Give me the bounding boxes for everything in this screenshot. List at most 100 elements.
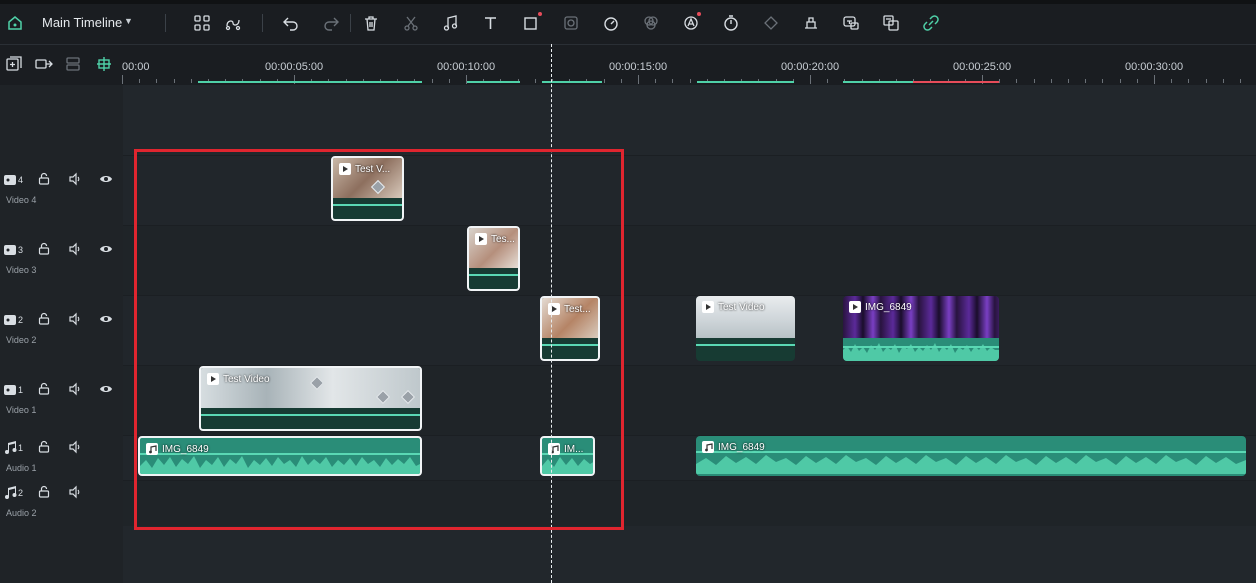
clip-volume-line xyxy=(696,344,795,346)
track-label: Video 3 xyxy=(6,265,37,275)
delete-icon[interactable] xyxy=(361,13,381,33)
play-icon xyxy=(849,301,861,313)
home-icon[interactable] xyxy=(5,13,25,33)
track-number: 2 xyxy=(18,488,24,498)
speaker-icon[interactable] xyxy=(68,485,84,501)
clip-volume-line xyxy=(696,451,1246,453)
grid-icon[interactable] xyxy=(192,13,212,33)
scissors-icon[interactable] xyxy=(401,13,421,33)
add-track-icon[interactable] xyxy=(5,55,23,78)
play-icon xyxy=(702,301,714,313)
video-track-icon xyxy=(3,242,19,258)
ruler-tick xyxy=(139,79,141,83)
top-strip xyxy=(0,0,1256,4)
top-toolbar: Main Timeline ▼ xyxy=(0,0,1256,45)
ruler-tick xyxy=(1119,79,1121,83)
clip-title: Test Video xyxy=(702,301,765,313)
ruler-tick xyxy=(1136,79,1138,83)
ruler-tick xyxy=(431,79,433,83)
render-bar xyxy=(843,81,913,83)
render-bar-red xyxy=(913,81,999,83)
subtitle-icon[interactable] xyxy=(841,13,861,33)
speaker-icon[interactable] xyxy=(68,382,84,398)
lock-icon[interactable] xyxy=(37,382,53,398)
speaker-icon[interactable] xyxy=(68,312,84,328)
audio-waveform xyxy=(843,338,999,361)
divider xyxy=(262,14,263,32)
video-clip[interactable]: Test Video xyxy=(696,296,795,361)
audio-icon[interactable] xyxy=(441,13,461,33)
timeline-title[interactable]: Main Timeline xyxy=(42,15,122,30)
ruler-row: 00:00 00:00:05:00 00:00:10:00 00:00:15:0… xyxy=(0,45,1256,85)
timer-icon[interactable] xyxy=(721,13,741,33)
render-bar xyxy=(697,81,794,83)
music-note-icon xyxy=(702,441,714,453)
ruler-tick-label: 00:00 xyxy=(122,61,150,73)
text-icon[interactable] xyxy=(481,13,501,33)
eye-icon[interactable] xyxy=(99,382,115,398)
ruler-tick xyxy=(655,79,657,83)
video-track-icon xyxy=(3,172,19,188)
render-bar xyxy=(467,81,520,83)
scene-detect-icon[interactable] xyxy=(223,13,243,33)
link-icon[interactable] xyxy=(921,13,941,33)
color-icon[interactable] xyxy=(641,13,661,33)
ruler-tick xyxy=(173,79,175,83)
video-clip[interactable]: IMG_6849 xyxy=(843,296,999,361)
ruler-tick-label: 00:00:10:00 xyxy=(437,61,496,73)
stabilize-icon[interactable] xyxy=(801,13,821,33)
ruler-tick xyxy=(810,75,811,84)
clip-volume-line xyxy=(843,346,999,348)
ruler-tick xyxy=(1085,79,1087,83)
ruler-tick xyxy=(1102,79,1104,83)
translate-icon[interactable] xyxy=(881,13,901,33)
ruler-tick-label: 00:00:05:00 xyxy=(265,61,324,73)
speaker-icon[interactable] xyxy=(68,440,84,456)
lock-icon[interactable] xyxy=(37,440,53,456)
render-bar xyxy=(198,81,422,83)
lock-icon[interactable] xyxy=(37,172,53,188)
redo-icon[interactable] xyxy=(321,13,341,33)
speaker-icon[interactable] xyxy=(68,172,84,188)
lock-icon[interactable] xyxy=(37,485,53,501)
ruler-tick xyxy=(603,79,605,83)
ruler-tick-label: 00:00:30:00 xyxy=(1125,61,1184,73)
ruler-tick xyxy=(1205,79,1207,83)
music-note-icon xyxy=(3,485,19,501)
track-header-video4: 4 Video 4 xyxy=(0,172,123,212)
track-label: Video 2 xyxy=(6,335,37,345)
track-label: Video 4 xyxy=(6,195,37,205)
lock-icon[interactable] xyxy=(37,312,53,328)
eye-icon[interactable] xyxy=(99,312,115,328)
track-number: 3 xyxy=(18,245,24,255)
ruler-tick xyxy=(620,79,622,83)
chevron-down-icon[interactable]: ▼ xyxy=(124,16,133,26)
eye-icon[interactable] xyxy=(99,242,115,258)
ruler-tick-label: 00:00:20:00 xyxy=(781,61,840,73)
audio-clip[interactable]: IMG_6849 xyxy=(696,436,1246,476)
ruler-tick xyxy=(1188,79,1190,83)
ruler-tick xyxy=(1154,75,1155,84)
keyframe-icon[interactable] xyxy=(761,13,781,33)
undo-icon[interactable] xyxy=(281,13,301,33)
track-label: Audio 1 xyxy=(6,463,37,473)
notification-dot xyxy=(538,12,542,16)
ruler-tick xyxy=(1016,79,1018,83)
track-layout-icon[interactable] xyxy=(64,55,82,78)
ruler-tick xyxy=(638,75,639,84)
lock-icon[interactable] xyxy=(37,242,53,258)
mask-icon[interactable] xyxy=(561,13,581,33)
magnet-icon[interactable] xyxy=(95,55,113,78)
selection-highlight-box xyxy=(134,149,624,530)
divider xyxy=(350,14,351,32)
ai-tool-icon[interactable] xyxy=(681,13,701,33)
speed-icon[interactable] xyxy=(601,13,621,33)
link-track-icon[interactable] xyxy=(34,55,54,78)
track-label: Audio 2 xyxy=(6,508,37,518)
divider xyxy=(165,14,166,32)
ruler-tick xyxy=(1222,79,1224,83)
speaker-icon[interactable] xyxy=(68,242,84,258)
crop-icon[interactable] xyxy=(521,13,541,33)
eye-icon[interactable] xyxy=(99,172,115,188)
notification-dot xyxy=(697,12,701,16)
